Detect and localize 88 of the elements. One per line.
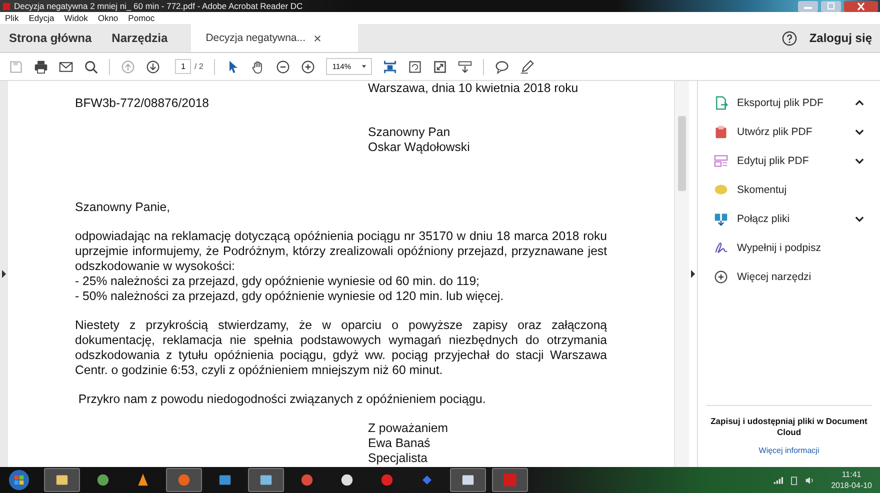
window-icon <box>217 472 233 488</box>
text-line: Szanowny Panie, <box>75 200 172 215</box>
circle-icon <box>379 472 395 488</box>
chevron-icon[interactable] <box>855 100 864 106</box>
help-icon[interactable] <box>782 30 798 46</box>
chevron-icon[interactable] <box>855 128 864 134</box>
minimize-button[interactable] <box>798 0 818 12</box>
text-line: Oskar Wądołowski <box>368 140 471 155</box>
export-tool-icon[interactable] <box>714 96 728 110</box>
clock-time[interactable]: 11:41 <box>842 469 862 480</box>
expand-arrow-icon[interactable] <box>2 270 6 278</box>
mail-icon[interactable] <box>59 60 73 74</box>
combine-tool-icon[interactable] <box>714 212 728 226</box>
more-info-link[interactable]: Więcej informacji <box>758 446 820 455</box>
text-line: Warszawa, dnia 10 kwietnia 2018 roku <box>368 81 580 96</box>
window-title: Decyzja negatywna 2 mniej ni_ 60 min - 772.pdf - Adobe Acrobat Reader DC <box>14 1 303 11</box>
window-icon <box>258 472 274 488</box>
full-screen-icon[interactable] <box>433 60 448 74</box>
next-page-icon[interactable] <box>146 60 160 74</box>
text-line: - 25% należności za przejazd, gdy opóźnienie wyniesie od 60 min. do 119; <box>75 274 480 289</box>
print-icon[interactable] <box>34 60 48 74</box>
menu-item[interactable]: Pomoc <box>128 13 155 23</box>
window-icon <box>460 472 476 488</box>
chevron-icon[interactable] <box>855 158 864 164</box>
zoom-in-icon[interactable] <box>301 60 316 74</box>
menu-item[interactable]: Edycja <box>28 13 54 23</box>
text-line: BFW3b-772/08876/2018 <box>75 96 210 111</box>
login-link[interactable]: Zaloguj się <box>809 31 872 45</box>
menu-item[interactable]: Okno <box>98 13 118 23</box>
text-line: Specjalista <box>368 451 428 466</box>
text-line: uprzejmie informujemy, że Podróżnym, którzy zrealizowali opóźniony przejazd, przyznawane jest <box>75 244 607 259</box>
text-line: Przykro nam z powodu niedogodności związanych z opóźnieniem pociągu. <box>77 392 487 407</box>
taskbar-button[interactable] <box>450 468 486 492</box>
text-line: odszkodowanie w wysokości: <box>75 259 236 274</box>
circle-icon <box>95 472 111 488</box>
circle-icon <box>176 472 192 488</box>
page-number-field[interactable]: 1 <box>175 59 192 74</box>
start-button[interactable] <box>8 469 30 491</box>
text-line: Szanowny Pan <box>368 125 452 140</box>
zoom-out-icon[interactable] <box>276 60 290 74</box>
chevron-icon[interactable] <box>855 216 864 222</box>
pdf-icon <box>2 2 11 10</box>
create-tool-icon[interactable] <box>714 124 728 138</box>
text-line: Ewa Banaś <box>368 436 432 451</box>
clock-date[interactable]: 2018-04-10 <box>831 480 872 491</box>
scrollbar[interactable] <box>674 81 689 467</box>
text-line: Niestety z przykrością stwierdzamy, że w oparciu o powyższe zapisy oraz załączoną <box>75 318 607 333</box>
tab[interactable]: Narzędzia <box>102 24 179 52</box>
more-tool-icon[interactable] <box>714 270 728 284</box>
rotate-icon[interactable] <box>408 60 422 74</box>
comment-icon[interactable] <box>495 60 510 74</box>
menu-item[interactable]: Widok <box>64 13 88 23</box>
sign-tool-icon[interactable] <box>714 240 728 254</box>
tool-item[interactable]: Eksportuj plik PDF <box>737 96 846 108</box>
tab[interactable]: Strona główna <box>0 24 103 52</box>
network-icon[interactable] <box>773 476 784 484</box>
circle-icon <box>299 472 315 488</box>
text-line: odpowiadając na reklamację dotyczącą opóźnienia pociągu nr 35170 w dniu 18 marca 2018 roku <box>75 229 607 244</box>
search-icon[interactable] <box>84 60 98 74</box>
close-button[interactable] <box>844 0 878 12</box>
text-line: - 50% należności za przejazd, gdy opóźnienie wyniesie od 120 min. lub więcej. <box>75 289 505 304</box>
tool-item[interactable]: Wypełnij i podpisz <box>737 242 870 254</box>
volume-icon[interactable] <box>805 476 816 484</box>
tool-item[interactable]: Edytuj plik PDF <box>737 154 846 166</box>
battery-icon[interactable] <box>789 476 800 484</box>
tool-item[interactable]: Utwórz plik PDF <box>737 126 846 138</box>
fit-page-icon[interactable] <box>383 60 398 74</box>
pdf-icon <box>502 472 518 488</box>
pen-icon[interactable] <box>520 60 534 74</box>
tool-item[interactable]: Więcej narzędzi <box>737 270 870 282</box>
caret-icon <box>362 65 366 68</box>
edit-tool-icon[interactable] <box>714 154 728 168</box>
scroll-mode-icon[interactable] <box>458 60 472 74</box>
text-line: odszkodowania z tytułu opóźnienia pociągu, gdyż ww. pociąg przyjechał do stacji Warszawa <box>75 348 607 363</box>
circle-icon <box>339 472 355 488</box>
cloud-promo-text: Zapisuj i udostępniaj pliki w Document Cloud <box>710 416 868 438</box>
text-line: Centr. o godzinie 6:53, czyli z opóźnieniem mniejszym niż 60 minut. <box>75 363 444 378</box>
menu-item[interactable]: Plik <box>5 13 19 23</box>
tab[interactable]: Decyzja negatywna... <box>190 24 358 52</box>
folder-icon <box>54 472 70 488</box>
scrollbar-thumb[interactable] <box>678 116 686 191</box>
tool-item[interactable]: Połącz pliki <box>737 212 846 224</box>
close-icon[interactable] <box>314 34 321 42</box>
text-line: Z poważaniem <box>368 421 449 436</box>
tool-item[interactable]: Skomentuj <box>737 184 870 196</box>
text-line: dokumentację, reklamacja nie spełnia podstawowych wymagań niezbędnych do otrzymania <box>75 333 607 348</box>
collapse-arrow-icon[interactable] <box>691 270 695 278</box>
page-total: / 2 <box>194 62 204 71</box>
